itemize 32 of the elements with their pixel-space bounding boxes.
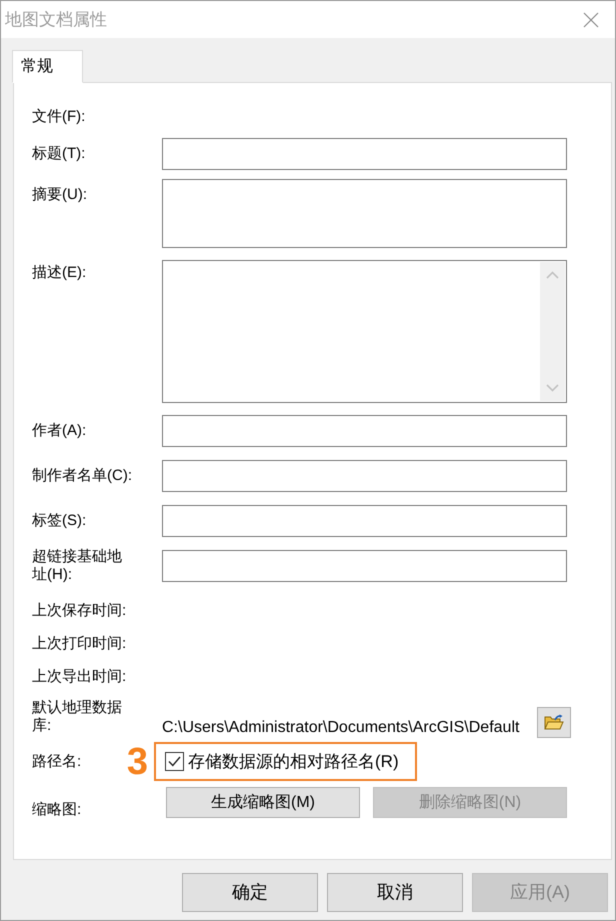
field-label: 上次打印时间:: [32, 635, 126, 653]
path-text: C:\Users\Administrator\Documents\ArcGIS\Default: [162, 719, 520, 738]
field-label: 上次导出时间:: [32, 668, 126, 686]
thumbnail-button[interactable]: 生成缩略图(M): [166, 787, 360, 818]
text-input[interactable]: [162, 415, 567, 447]
text-area[interactable]: [162, 179, 567, 248]
tab[interactable]: 常规: [12, 50, 83, 83]
text-input[interactable]: [162, 138, 567, 170]
field-label: 作者(A):: [32, 422, 86, 440]
folder-icon: [544, 714, 564, 731]
field-label: 文件(F):: [32, 108, 86, 126]
checkbox-label[interactable]: 存储数据源的相对路径名(R): [188, 752, 399, 772]
window-title: 地图文档属性: [5, 8, 107, 31]
dialog-button[interactable]: 确定: [182, 873, 318, 912]
text-input[interactable]: [162, 460, 567, 492]
field-label: 标题(T):: [32, 145, 86, 163]
field-label: 标签(S):: [32, 512, 86, 530]
field-label: 路径名:: [32, 752, 82, 770]
field-label: 超链接基础地址(H):: [32, 548, 123, 584]
checkmark-icon: [168, 756, 181, 767]
checkbox[interactable]: [165, 752, 184, 771]
text-input[interactable]: [162, 505, 567, 537]
field-label: 描述(E):: [32, 263, 86, 282]
field-label: 默认地理数据库:: [32, 699, 123, 736]
step-number: 3: [126, 742, 148, 782]
field-label: 制作者名单(C):: [32, 467, 132, 485]
text-input[interactable]: [162, 550, 567, 582]
browse-button[interactable]: [537, 707, 571, 738]
field-label: 上次保存时间:: [32, 602, 126, 620]
dialog-button[interactable]: 取消: [327, 873, 463, 912]
field-label: 摘要(U):: [32, 185, 87, 204]
field-label: 缩略图:: [32, 801, 82, 819]
